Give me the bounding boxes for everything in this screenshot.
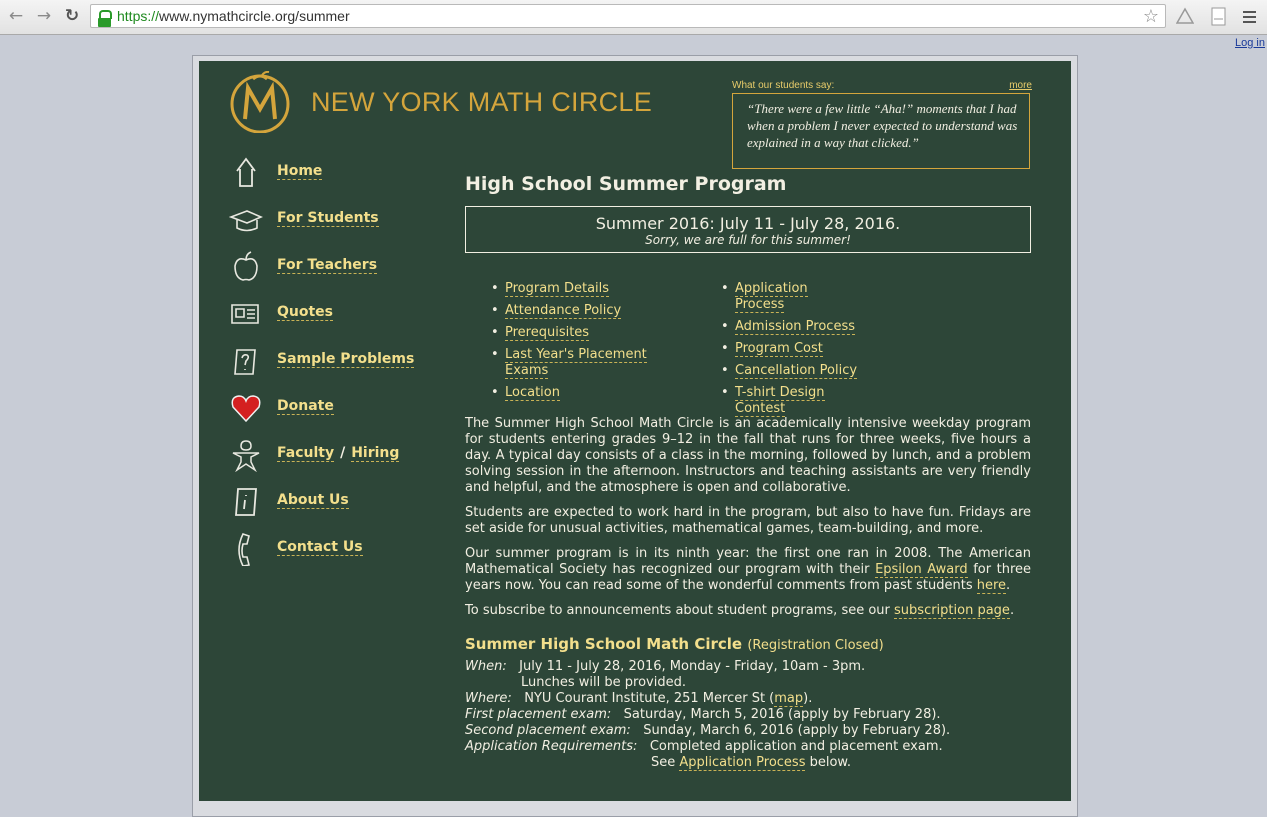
sidebar-item-about-us[interactable]: About Us [229,485,449,519]
location-link[interactable]: Location [505,385,560,401]
sidebar-item-label-group: Faculty / Hiring [277,445,400,462]
section-links: Program Details Attendance Policy Prereq… [465,281,1031,417]
newspaper-icon [231,304,259,324]
sidebar-item-contact-us[interactable]: Contact Us [229,532,449,566]
bookmark-star-icon[interactable]: ☆ [1143,6,1159,27]
placement-exams-link[interactable]: Last Year's Placement Exams [505,347,647,379]
fun-paragraph: Students are expected to work hard in th… [465,505,1031,536]
requirements-row: Application Requirements: Completed appl… [465,739,943,754]
sidebar-item-home[interactable]: Home [229,156,449,190]
sidebar-item-label[interactable]: For Students [277,210,379,227]
login-link[interactable]: Log in [1235,37,1265,49]
faculty-link[interactable]: Faculty [277,445,335,462]
links-right-column: Application Process Admission Process Pr… [719,281,859,423]
list-item: T-shirt Design Contest [719,385,859,417]
heart-icon [231,395,261,423]
list-item: Program Cost [719,341,859,357]
section-subheading: Summer High School Math Circle (Registra… [465,635,884,653]
hiring-link[interactable]: Hiring [351,445,400,462]
sidebar-item-for-students[interactable]: For Students [229,203,449,237]
epsilon-award-link[interactable]: Epsilon Award [875,562,968,578]
links-left-column: Program Details Attendance Policy Prereq… [489,281,659,407]
nav-separator: / [340,445,346,461]
prerequisites-link[interactable]: Prerequisites [505,325,590,341]
when-row: When: July 11 - July 28, 2016, Monday - … [465,659,866,674]
site-brand[interactable]: NEW YORK MATH CIRCLE [311,87,652,118]
history-paragraph: Our summer program is in its ninth year:… [465,546,1032,594]
when-row-2: Lunches will be provided. [521,675,686,690]
sidebar-item-donate[interactable]: Donate [229,391,449,425]
person-icon [232,440,260,472]
sidebar-item-label[interactable]: Donate [277,398,334,415]
sidebar-item-for-teachers[interactable]: For Teachers [229,250,449,284]
program-cost-link[interactable]: Program Cost [735,341,823,357]
graduation-cap-icon [229,210,263,232]
sidebar-item-label[interactable]: Contact Us [277,539,363,556]
comments-here-link[interactable]: here [976,578,1007,594]
house-icon [236,157,256,187]
forward-arrow-icon[interactable]: → [34,6,54,26]
menu-icon[interactable] [1241,7,1259,27]
sidebar-item-faculty-hiring[interactable]: Faculty / Hiring [229,438,449,472]
list-item: Prerequisites [489,325,659,341]
page-content: NEW YORK MATH CIRCLE What our students s… [199,61,1071,801]
list-item: Admission Process [719,319,859,335]
sidebar-item-quotes[interactable]: Quotes [229,297,449,331]
page-title: High School Summer Program [465,173,787,195]
sidebar-item-label[interactable]: For Teachers [277,257,378,274]
url-text: https://www.nymathcircle.org/summer [117,8,350,24]
sidebar-item-label[interactable]: Quotes [277,304,334,321]
info-icon [235,488,257,516]
requirements-row-2: See Application Process below. [651,755,852,771]
map-link[interactable]: map [774,691,804,707]
sidebar-item-label[interactable]: About Us [277,492,349,509]
cancellation-policy-link[interactable]: Cancellation Policy [735,363,858,379]
list-item: Attendance Policy [489,303,659,319]
lock-icon [98,10,112,27]
list-item: Cancellation Policy [719,363,859,379]
tshirt-contest-link[interactable]: T-shirt Design Contest [735,385,825,417]
intro-paragraph: The Summer High School Math Circle is an… [465,416,1031,495]
sidebar-item-label[interactable]: Sample Problems [277,351,415,368]
more-quotes-link[interactable]: more [1009,80,1032,91]
subscription-page-link[interactable]: subscription page [894,603,1010,619]
registration-status: (Registration Closed) [747,638,884,653]
program-dates-notice: Summer 2016: July 11 - July 28, 2016. So… [465,206,1031,253]
back-arrow-icon[interactable]: ← [6,6,26,26]
first-exam-row: First placement exam: Saturday, March 5,… [465,707,941,722]
apple-m-logo-icon[interactable] [229,71,291,133]
main-content: High School Summer Program Summer 2016: … [465,173,1031,771]
document-icon[interactable] [1210,7,1228,27]
second-exam-row: Second placement exam: Sunday, March 6, … [465,723,951,738]
application-process-link-2[interactable]: Application Process [679,755,806,771]
student-quote: “There were a few little “Aha!” moments … [732,93,1030,169]
apple-icon [234,251,258,281]
list-item: Application Process [719,281,859,313]
attendance-policy-link[interactable]: Attendance Policy [505,303,622,319]
full-notice: Sorry, we are full for this summer! [645,233,851,247]
list-item: Program Details [489,281,659,297]
list-item: Location [489,385,659,401]
quote-heading: What our students say: more [732,80,1032,91]
list-item: Last Year's Placement Exams [489,347,659,379]
question-icon [234,349,256,375]
drive-icon[interactable] [1176,7,1194,27]
program-details-link[interactable]: Program Details [505,281,610,297]
application-process-link[interactable]: Application Process [735,281,808,313]
address-bar[interactable]: https://www.nymathcircle.org/summer ☆ [90,4,1166,28]
where-row: Where: NYU Courant Institute, 251 Mercer… [465,691,813,707]
subscribe-paragraph: To subscribe to announcements about stud… [465,603,1015,619]
program-dates: Summer 2016: July 11 - July 28, 2016. [595,214,901,233]
phone-icon [238,533,250,566]
program-details: When: July 11 - July 28, 2016, Monday - … [465,659,1031,771]
admission-process-link[interactable]: Admission Process [735,319,855,335]
browser-toolbar: ← → ↻ https://www.nymathcircle.org/summe… [0,0,1267,35]
sidebar-item-label[interactable]: Home [277,163,323,180]
reload-icon[interactable]: ↻ [62,6,82,26]
sidebar-item-sample-problems[interactable]: Sample Problems [229,344,449,378]
